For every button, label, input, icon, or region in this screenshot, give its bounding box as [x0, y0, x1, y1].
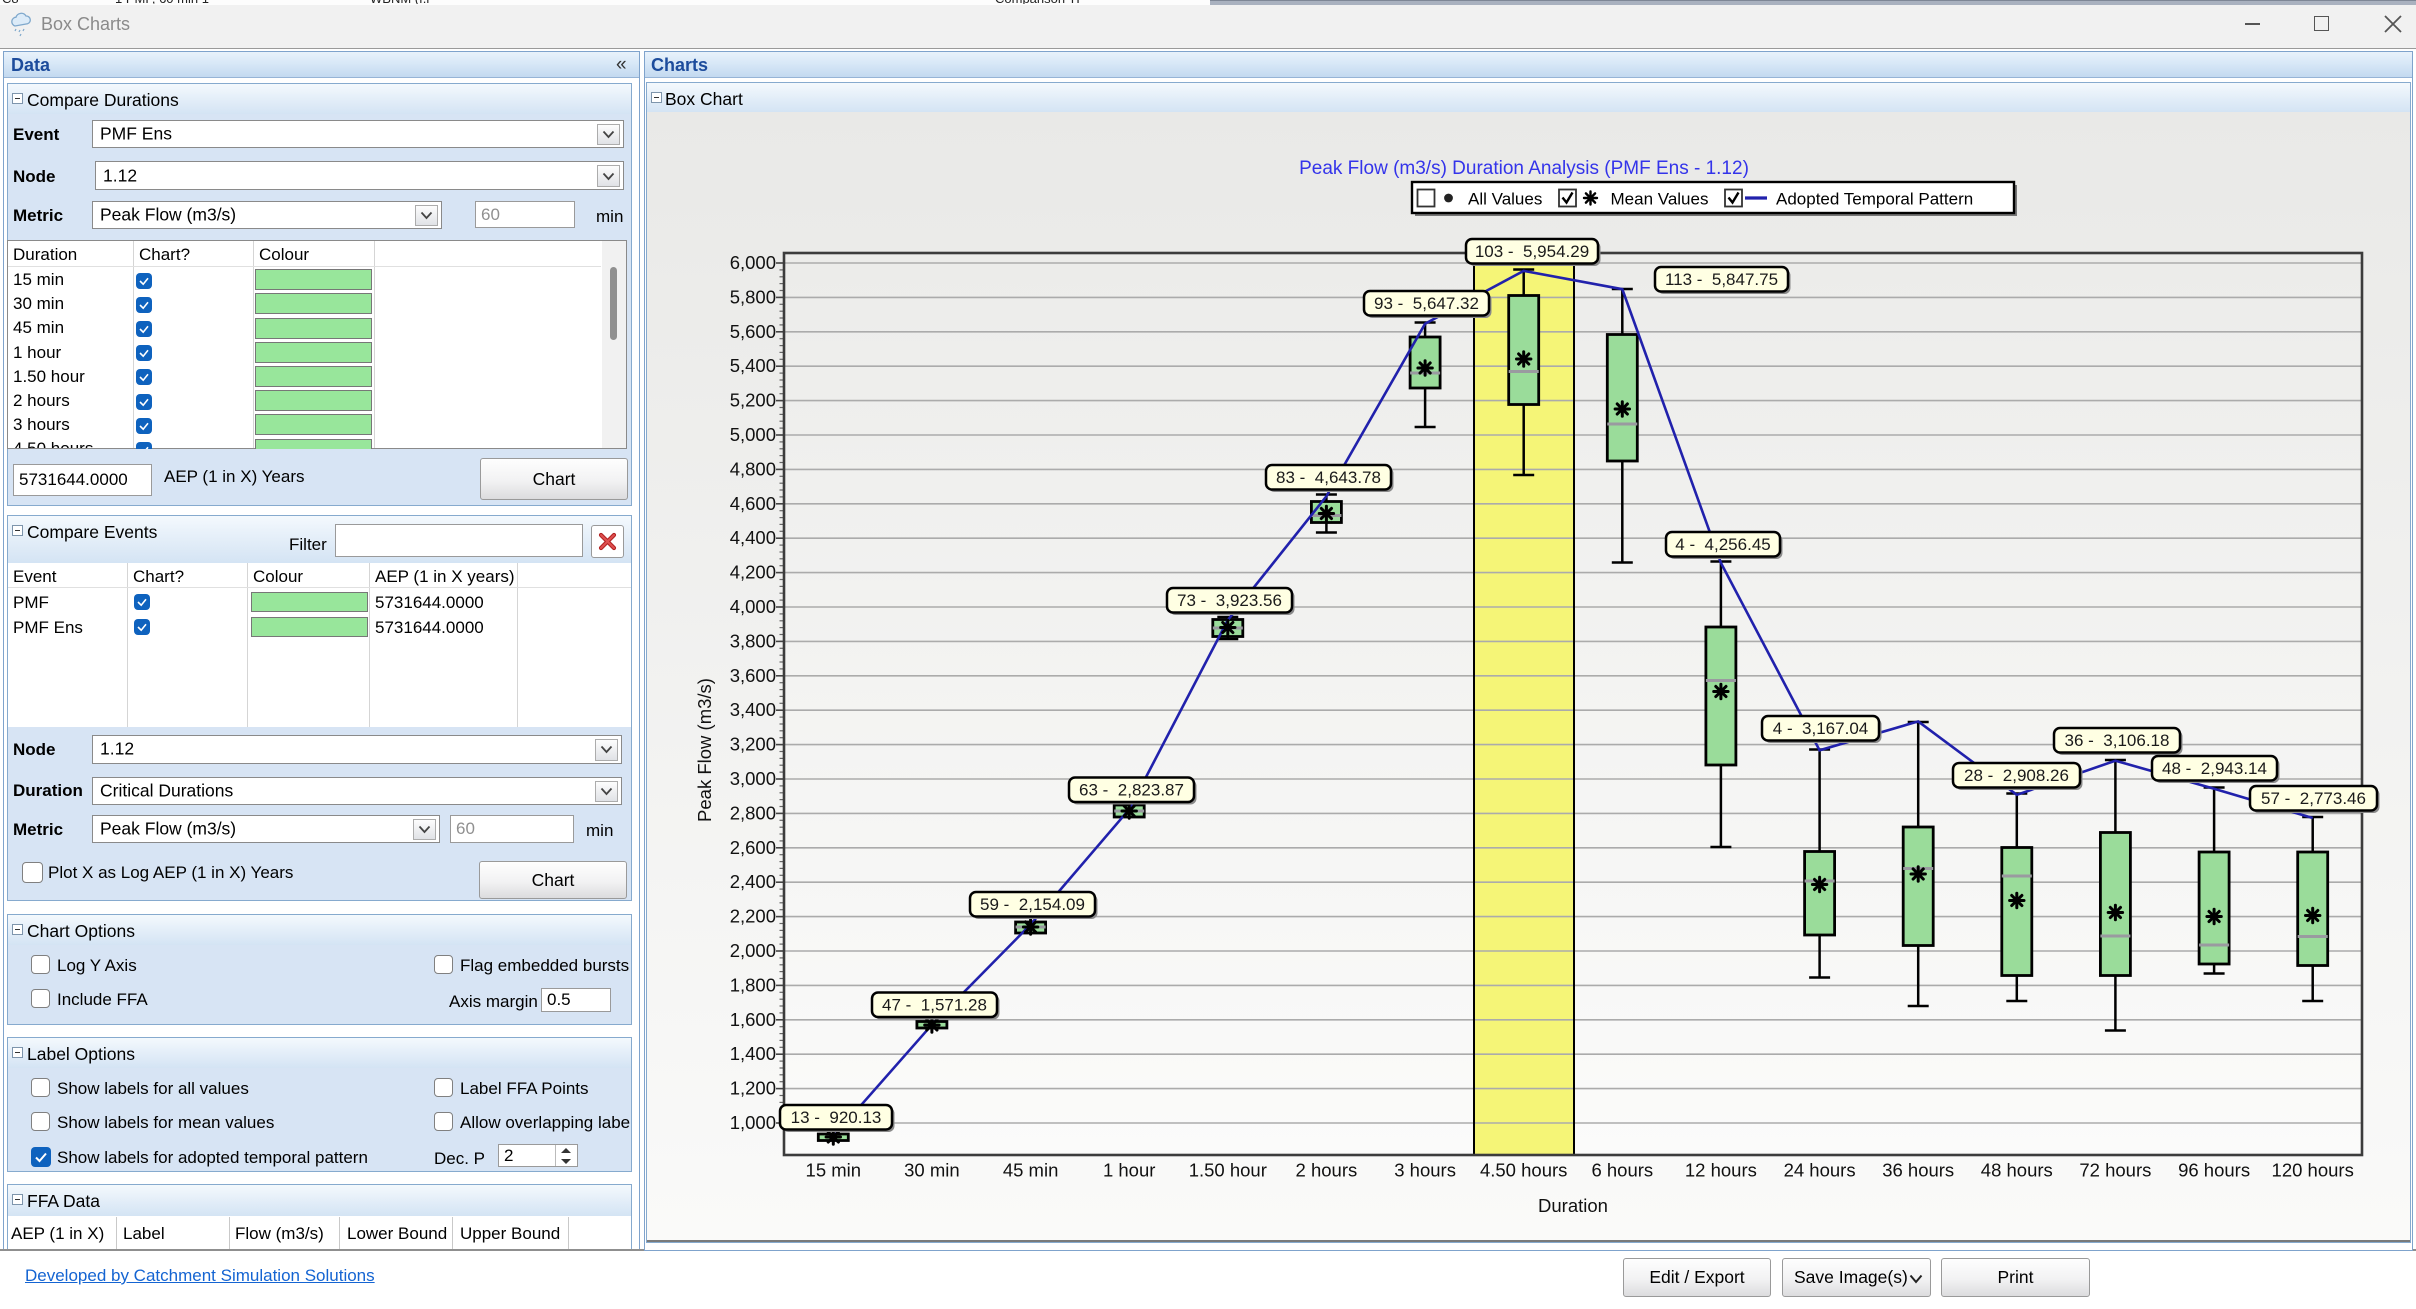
svg-text:2,800: 2,800 — [730, 802, 776, 823]
svg-text:All Values: All Values — [1468, 190, 1542, 209]
svg-text:15 min: 15 min — [806, 1160, 862, 1181]
svg-text:1 hour: 1 hour — [1103, 1160, 1155, 1181]
svg-text:5,800: 5,800 — [730, 286, 776, 307]
svg-text:3,600: 3,600 — [730, 665, 776, 686]
svg-text:3,000: 3,000 — [730, 768, 776, 789]
svg-text:2,400: 2,400 — [730, 871, 776, 892]
svg-text:45 min: 45 min — [1003, 1160, 1059, 1181]
svg-text:6 hours: 6 hours — [1591, 1160, 1653, 1181]
svg-text:13 - 920.13: 13 - 920.13 — [791, 1108, 882, 1127]
svg-text:Adopted Temporal Pattern: Adopted Temporal Pattern — [1776, 190, 1973, 209]
svg-text:4,000: 4,000 — [730, 596, 776, 617]
svg-text:72 hours: 72 hours — [2079, 1160, 2151, 1181]
svg-text:63 - 2,823.87: 63 - 2,823.87 — [1079, 781, 1184, 800]
svg-text:2,000: 2,000 — [730, 940, 776, 961]
svg-text:57 - 2,773.46: 57 - 2,773.46 — [2261, 789, 2366, 808]
svg-text:Peak Flow (m3/s) Duration Anal: Peak Flow (m3/s) Duration Analysis (PMF … — [1299, 158, 1749, 179]
svg-text:12 hours: 12 hours — [1685, 1160, 1757, 1181]
svg-text:Duration: Duration — [1538, 1195, 1608, 1216]
svg-text:6,000: 6,000 — [730, 252, 776, 273]
svg-text:1,400: 1,400 — [730, 1043, 776, 1064]
svg-text:5,400: 5,400 — [730, 355, 776, 376]
svg-text:30 min: 30 min — [904, 1160, 960, 1181]
svg-text:4 - 4,256.45: 4 - 4,256.45 — [1675, 535, 1770, 554]
svg-text:120 hours: 120 hours — [2272, 1160, 2354, 1181]
svg-text:1,000: 1,000 — [730, 1112, 776, 1133]
svg-text:4.50 hours: 4.50 hours — [1480, 1160, 1567, 1181]
svg-text:36 - 3,106.18: 36 - 3,106.18 — [2065, 731, 2170, 750]
svg-text:4,400: 4,400 — [730, 527, 776, 548]
svg-text:4 - 3,167.04: 4 - 3,167.04 — [1773, 719, 1868, 738]
svg-text:Mean Values: Mean Values — [1611, 190, 1709, 209]
svg-text:93 - 5,647.32: 93 - 5,647.32 — [1374, 294, 1479, 313]
svg-text:4,600: 4,600 — [730, 493, 776, 514]
svg-text:73 - 3,923.56: 73 - 3,923.56 — [1177, 591, 1282, 610]
svg-text:2 hours: 2 hours — [1296, 1160, 1358, 1181]
svg-text:Peak Flow (m3/s): Peak Flow (m3/s) — [694, 678, 715, 822]
svg-text:5,600: 5,600 — [730, 321, 776, 342]
svg-text:48 - 2,943.14: 48 - 2,943.14 — [2162, 759, 2267, 778]
svg-text:83 - 4,643.78: 83 - 4,643.78 — [1276, 468, 1381, 487]
svg-text:47 - 1,571.28: 47 - 1,571.28 — [882, 996, 987, 1015]
svg-text:59 - 2,154.09: 59 - 2,154.09 — [980, 895, 1085, 914]
svg-text:5,200: 5,200 — [730, 390, 776, 411]
svg-text:48 hours: 48 hours — [1981, 1160, 2053, 1181]
svg-text:113 - 5,847.75: 113 - 5,847.75 — [1665, 270, 1778, 289]
svg-text:4,800: 4,800 — [730, 458, 776, 479]
svg-text:2,600: 2,600 — [730, 837, 776, 858]
svg-text:5,000: 5,000 — [730, 424, 776, 445]
svg-text:36 hours: 36 hours — [1882, 1160, 1954, 1181]
svg-text:4,200: 4,200 — [730, 562, 776, 583]
svg-text:2,200: 2,200 — [730, 906, 776, 927]
svg-text:3 hours: 3 hours — [1394, 1160, 1456, 1181]
svg-text:3,200: 3,200 — [730, 734, 776, 755]
svg-text:96 hours: 96 hours — [2178, 1160, 2250, 1181]
svg-text:24 hours: 24 hours — [1784, 1160, 1856, 1181]
svg-text:1.50 hour: 1.50 hour — [1189, 1160, 1267, 1181]
svg-text:103 - 5,954.29: 103 - 5,954.29 — [1475, 242, 1589, 261]
svg-text:1,800: 1,800 — [730, 974, 776, 995]
svg-text:3,800: 3,800 — [730, 630, 776, 651]
svg-text:28 - 2,908.26: 28 - 2,908.26 — [1964, 766, 2069, 785]
svg-text:1,600: 1,600 — [730, 1009, 776, 1030]
svg-text:3,400: 3,400 — [730, 699, 776, 720]
svg-text:1,200: 1,200 — [730, 1078, 776, 1099]
